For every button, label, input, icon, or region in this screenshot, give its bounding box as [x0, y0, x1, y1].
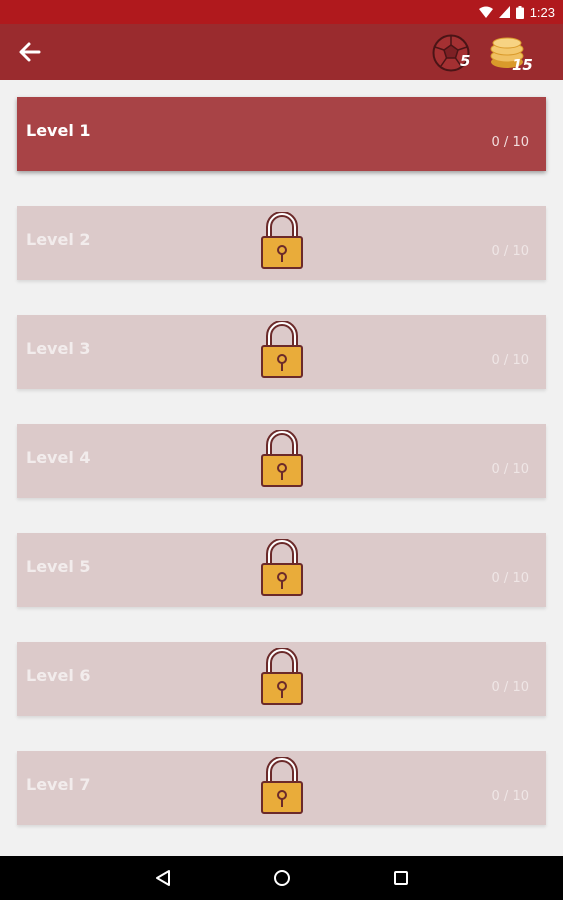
level-progress: 0 / 10	[491, 353, 529, 368]
level-item-5[interactable]: Level 5 0 / 10	[17, 533, 546, 607]
lock-icon	[261, 430, 303, 487]
cell-signal-icon	[498, 6, 510, 18]
lock-icon	[261, 648, 303, 705]
level-name: Level 5	[26, 557, 91, 576]
level-item-2[interactable]: Level 2 0 / 10	[17, 206, 546, 280]
battery-icon	[515, 5, 524, 19]
back-arrow-icon[interactable]	[14, 38, 44, 66]
level-item-6[interactable]: Level 6 0 / 10	[17, 642, 546, 716]
level-name: Level 2	[26, 230, 91, 249]
system-nav-bar	[0, 856, 563, 900]
status-time: 1:23	[529, 4, 555, 20]
lock-icon	[261, 757, 303, 814]
level-progress: 0 / 10	[491, 135, 529, 150]
lock-icon	[261, 539, 303, 596]
recents-square-icon[interactable]	[390, 867, 412, 889]
level-name: Level 4	[26, 448, 91, 467]
coins-count: 15	[512, 56, 533, 74]
status-bar: 1:23	[0, 0, 563, 24]
level-name: Level 3	[26, 339, 91, 358]
app-bar: 5 15	[0, 24, 563, 80]
coins-counter: 15	[488, 32, 538, 76]
level-name: Level 6	[26, 666, 91, 685]
balls-count: 5	[460, 52, 471, 70]
level-name: Level 7	[26, 775, 91, 794]
level-item-4[interactable]: Level 4 0 / 10	[17, 424, 546, 498]
balls-counter: 5	[430, 32, 480, 76]
back-triangle-icon[interactable]	[152, 867, 174, 889]
level-progress: 0 / 10	[491, 244, 529, 259]
wifi-icon	[478, 6, 493, 18]
level-name: Level 1	[26, 121, 91, 140]
level-progress: 0 / 10	[491, 571, 529, 586]
level-progress: 0 / 10	[491, 462, 529, 477]
lock-icon	[261, 321, 303, 378]
level-item-7[interactable]: Level 7 0 / 10	[17, 751, 546, 825]
level-progress: 0 / 10	[491, 789, 529, 804]
level-item-3[interactable]: Level 3 0 / 10	[17, 315, 546, 389]
home-circle-icon[interactable]	[271, 867, 293, 889]
status-icons: 1:23	[478, 3, 555, 21]
lock-icon	[261, 212, 303, 269]
level-progress: 0 / 10	[491, 680, 529, 695]
level-item-1[interactable]: Level 1 0 / 10	[17, 97, 546, 171]
